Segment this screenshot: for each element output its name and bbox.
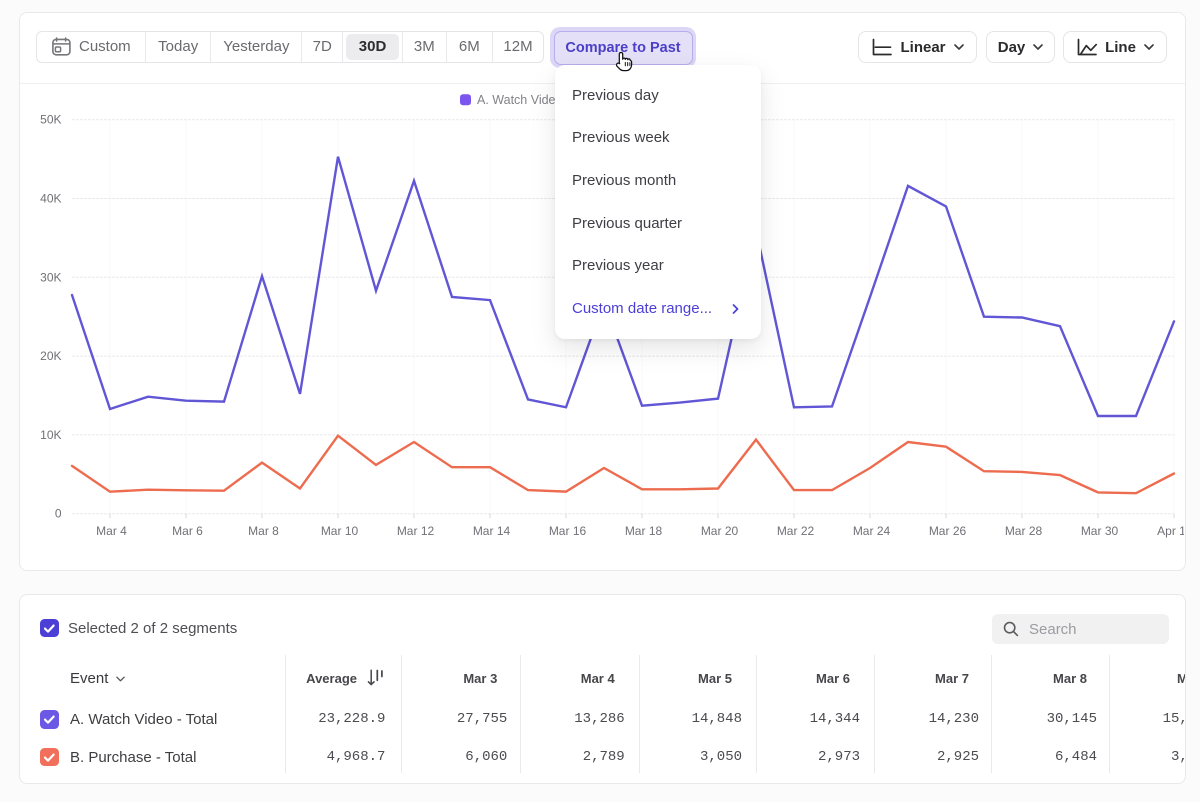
svg-text:Apr 1: Apr 1 <box>1157 524 1184 538</box>
svg-text:Mar 12: Mar 12 <box>397 524 435 538</box>
svg-text:Mar 22: Mar 22 <box>777 524 815 538</box>
svg-text:Mar 4: Mar 4 <box>96 524 127 538</box>
svg-text:Mar 20: Mar 20 <box>701 524 739 538</box>
svg-text:Mar 26: Mar 26 <box>929 524 967 538</box>
svg-text:50K: 50K <box>40 113 61 127</box>
svg-text:Mar 16: Mar 16 <box>549 524 587 538</box>
svg-text:Mar 8: Mar 8 <box>248 524 279 538</box>
svg-text:0: 0 <box>55 507 62 521</box>
svg-text:A. Watch Video: A. Watch Video <box>477 93 563 107</box>
svg-text:Mar 18: Mar 18 <box>625 524 663 538</box>
svg-text:Mar 6: Mar 6 <box>172 524 203 538</box>
svg-text:Mar 28: Mar 28 <box>1005 524 1043 538</box>
svg-text:Mar 14: Mar 14 <box>473 524 511 538</box>
svg-text:20K: 20K <box>40 349 61 363</box>
svg-text:Mar 30: Mar 30 <box>1081 524 1119 538</box>
svg-text:Mar 24: Mar 24 <box>853 524 891 538</box>
svg-text:Mar 10: Mar 10 <box>321 524 359 538</box>
svg-text:40K: 40K <box>40 192 61 206</box>
svg-text:10K: 10K <box>40 428 61 442</box>
svg-text:30K: 30K <box>40 270 61 284</box>
